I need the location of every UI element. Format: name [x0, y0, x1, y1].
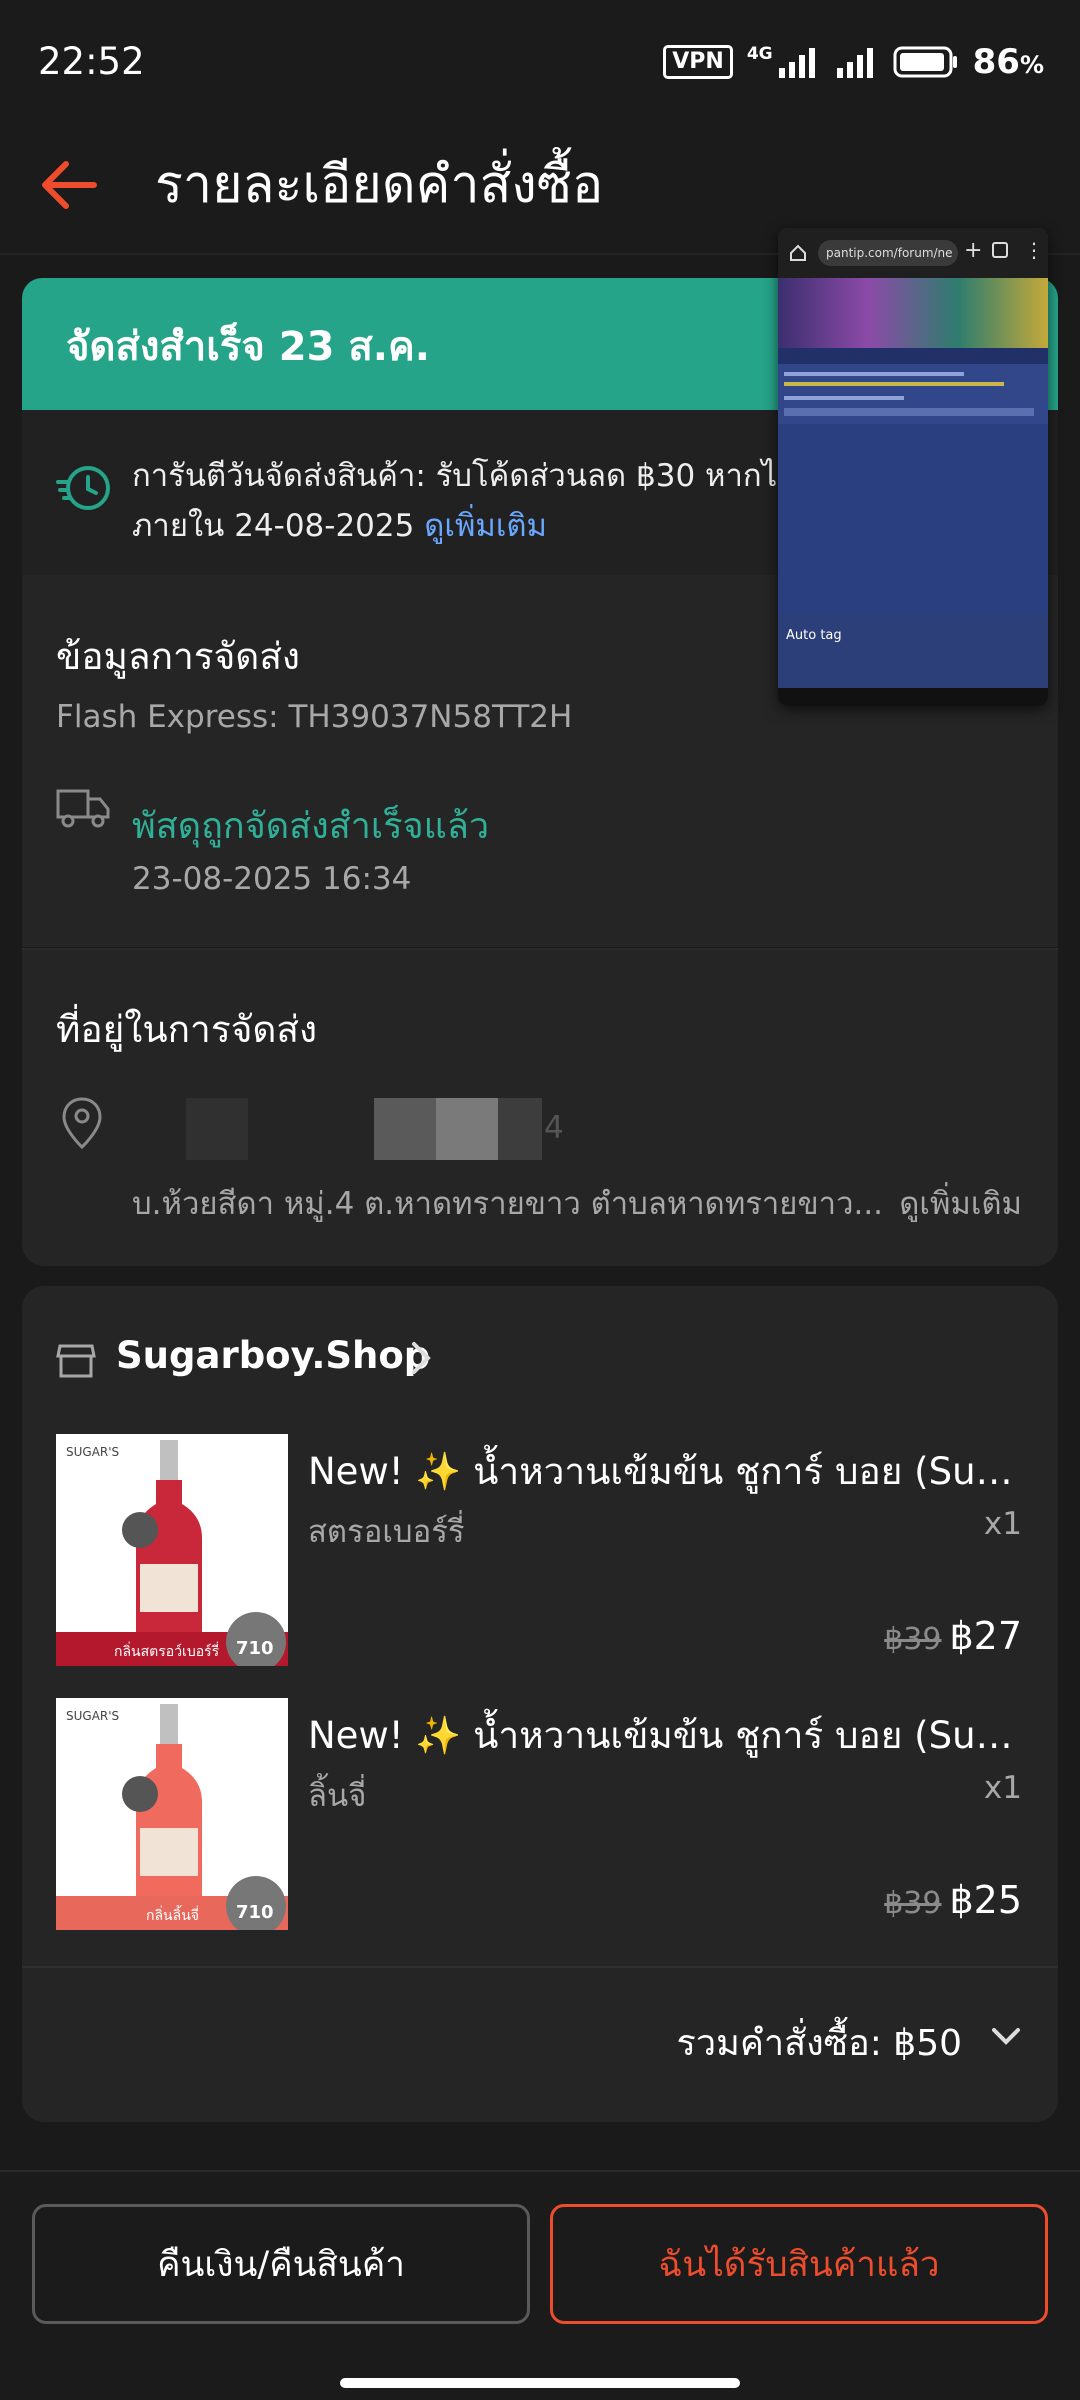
item-price: ฿39 ฿25 [884, 1878, 1022, 1922]
pip-site-nav [778, 348, 1048, 364]
svg-text:710: 710 [236, 1638, 274, 1659]
delivery-time: 23-08-2025 16:34 [132, 861, 412, 897]
product-image: SUGAR'S กลิ่นลิ้นจี่ 710 [56, 1698, 288, 1930]
pip-url: pantip.com/forum/ne [818, 240, 958, 266]
truck-icon [56, 789, 110, 828]
shop-header[interactable]: Sugarboy.Shop [22, 1286, 1058, 1406]
order-total-row[interactable]: รวมคำสั่งซื้อ: ฿50 [22, 1966, 1058, 2086]
item-variant: สตรอเบอร์รี่ [308, 1514, 465, 1550]
item-title: New! ✨ น้ำหวานเข้มข้น ชูการ์ บอย (Suga..… [308, 1714, 1028, 1757]
sale-price: ฿25 [949, 1878, 1022, 1922]
svg-text:กลิ่นสตรอว์เบอร์รี่: กลิ่นสตรอว์เบอร์รี่ [114, 1642, 220, 1660]
pip-browser-window[interactable]: pantip.com/forum/ne + ⋮ Auto tag [778, 228, 1048, 706]
guarantee-deadline: ภายใน 24-08-2025 ดูเพิ่มเติม [132, 508, 547, 544]
signal-icon [836, 48, 873, 78]
back-button[interactable] [34, 150, 104, 220]
pip-page-body [778, 364, 1048, 614]
svg-text:กลิ่นลิ้นจี่: กลิ่นลิ้นจี่ [146, 1905, 199, 1924]
guarantee-more-link[interactable]: ดูเพิ่มเติม [424, 508, 547, 544]
sale-price: ฿27 [949, 1614, 1022, 1658]
pip-site-banner [778, 278, 1048, 348]
product-bottle-image: SUGAR'S กลิ่นสตรอว์เบอร์รี่ 710 [56, 1434, 288, 1666]
redacted-phone [498, 1098, 542, 1160]
svg-text:710: 710 [236, 1902, 274, 1923]
more-vertical-icon: ⋮ [1024, 238, 1044, 262]
redacted-phone [436, 1098, 498, 1160]
order-received-button[interactable]: ฉันได้รับสินค้าแล้ว [550, 2204, 1048, 2324]
address-more-link[interactable]: ดูเพิ่มเติม [899, 1178, 1022, 1228]
battery-icon [893, 46, 957, 78]
order-item[interactable]: SUGAR'S กลิ่นลิ้นจี่ 710 New! ✨ น้ำหวานเ… [22, 1698, 1058, 1948]
redacted-name [186, 1098, 248, 1160]
pip-autotag-label: Auto tag [786, 628, 842, 643]
item-price: ฿39 ฿27 [884, 1614, 1022, 1658]
chevron-right-icon [412, 1342, 431, 1374]
redacted-tail: 4 [544, 1110, 564, 1146]
banner-text: จัดส่งสำเร็จ 23 ส.ค. [66, 324, 430, 370]
signal-icon [778, 48, 815, 78]
address-title: ที่อยู่ในการจัดส่ง [56, 1008, 318, 1051]
bottom-action-bar: คืนเงิน/คืนสินค้า ฉันได้รับสินค้าแล้ว [0, 2170, 1080, 2400]
item-quantity: x1 [983, 1770, 1022, 1806]
status-bar: 22:52 VPN 4G 86% [0, 0, 1080, 120]
item-variant: ลิ้นจี่ [308, 1778, 367, 1814]
courier-tracking: Flash Express: TH39037N58TT2H [56, 699, 573, 735]
shop-order-card: Sugarboy.Shop SUGAR'S กลิ่นสตรอว์เบอร์รี… [22, 1286, 1058, 2122]
return-refund-button[interactable]: คืนเงิน/คืนสินค้า [32, 2204, 530, 2324]
product-image: SUGAR'S กลิ่นสตรอว์เบอร์รี่ 710 [56, 1434, 288, 1666]
order-total: รวมคำสั่งซื้อ: ฿50 [676, 2023, 962, 2064]
original-price: ฿39 [884, 1622, 942, 1657]
vpn-badge: VPN [663, 45, 733, 79]
guarantee-text: การันตีวันจัดส่งสินค้า: รับโค้ดส่วนลด ฿3… [132, 458, 778, 494]
original-price: ฿39 [884, 1886, 942, 1921]
shipping-address-section[interactable]: ที่อยู่ในการจัดส่ง 4 บ.ห้วยสีดา หมู่.4 ต… [22, 948, 1058, 1266]
order-item[interactable]: SUGAR'S กลิ่นสตรอว์เบอร์รี่ 710 New! ✨ น… [22, 1434, 1058, 1684]
page-title: รายละเอียดคำสั่งซื้อ [155, 155, 604, 215]
redacted-phone [374, 1098, 436, 1160]
shop-icon [56, 1344, 96, 1378]
pip-bottom-bar [778, 688, 1048, 706]
item-quantity: x1 [983, 1506, 1022, 1542]
product-bottle-image: SUGAR'S กลิ่นลิ้นจี่ 710 [56, 1698, 288, 1930]
status-time: 22:52 [38, 40, 145, 83]
tabs-icon [992, 242, 1008, 258]
item-title: New! ✨ น้ำหวานเข้มข้น ชูการ์ บอย (Suga..… [308, 1450, 1028, 1493]
location-pin-icon [62, 1097, 102, 1150]
pip-url-bar: pantip.com/forum/ne + ⋮ [778, 228, 1048, 278]
svg-text:SUGAR'S: SUGAR'S [66, 1709, 119, 1723]
fast-clock-icon [56, 466, 110, 510]
delivery-status: พัสดุถูกจัดส่งสำเร็จแล้ว [132, 806, 490, 847]
home-icon [790, 244, 806, 261]
status-icons: VPN 4G 86% [663, 42, 1044, 82]
address-line: บ.ห้วยสีดา หมู่.4 ต.หาดทรายขาว ตำบลหาดทร… [132, 1186, 884, 1222]
shipping-info-title: ข้อมูลการจัดส่ง [56, 635, 300, 678]
pip-editor [778, 424, 1048, 614]
arrow-left-icon [42, 161, 97, 209]
battery-percent: 86% [972, 42, 1044, 82]
chevron-down-icon [992, 2028, 1020, 2045]
svg-text:SUGAR'S: SUGAR'S [66, 1445, 119, 1459]
home-indicator[interactable] [340, 2378, 740, 2388]
shop-name: Sugarboy.Shop [116, 1334, 431, 1377]
network-type: 4G [746, 43, 773, 64]
plus-icon: + [964, 238, 983, 263]
